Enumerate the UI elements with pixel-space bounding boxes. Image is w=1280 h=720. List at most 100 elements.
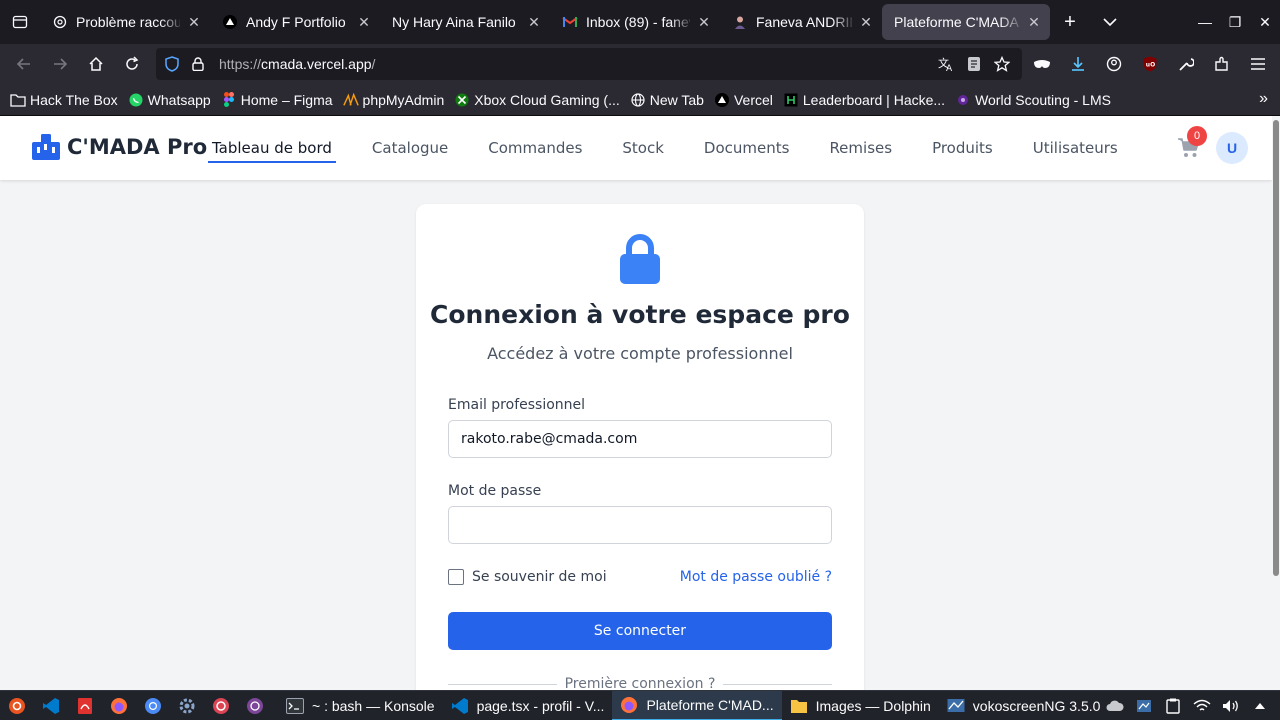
close-tab-icon[interactable]: ✕ — [696, 14, 712, 30]
list-all-tabs-button[interactable] — [1090, 4, 1130, 40]
nav-stock[interactable]: Stock — [622, 133, 664, 163]
close-tab-icon[interactable]: ✕ — [356, 14, 372, 30]
bookmark-label: Home – Figma — [240, 91, 333, 108]
lock-icon[interactable] — [185, 48, 211, 80]
browser-tab[interactable]: Andy F Portfolio ✕ — [210, 4, 380, 40]
screenshot-icon[interactable] — [1129, 698, 1158, 714]
chevron-down-icon — [1103, 18, 1117, 27]
extensions-icon[interactable] — [1204, 56, 1240, 72]
volume-icon[interactable] — [1216, 699, 1245, 713]
bookmark-hackerrank[interactable]: Leaderboard | Hacke... — [783, 92, 945, 108]
bookmark-whatsapp[interactable]: Whatsapp — [128, 92, 211, 108]
browser-tab[interactable]: Problème raccour ✕ — [40, 4, 210, 40]
nav-remises[interactable]: Remises — [829, 133, 892, 163]
page-scrollbar[interactable] — [1272, 116, 1280, 690]
minimize-icon[interactable]: — — [1190, 14, 1220, 30]
bookmark-phpmyadmin[interactable]: phpMyAdmin — [342, 92, 444, 108]
tray-expand-icon[interactable] — [1245, 702, 1274, 710]
new-tab-button[interactable]: + — [1050, 4, 1090, 40]
arrow-right-icon — [54, 58, 68, 70]
nav-tableau-de-bord[interactable]: Tableau de bord — [208, 133, 336, 163]
browser-tab[interactable]: Faneva ANDRINAI ✕ — [720, 4, 882, 40]
vscode-icon — [451, 697, 469, 715]
close-tab-icon[interactable]: ✕ — [858, 14, 874, 30]
plus-icon: + — [1064, 10, 1076, 33]
avatar[interactable]: U — [1216, 132, 1248, 164]
task-dolphin[interactable]: Images — Dolphin — [782, 691, 939, 720]
ublock-icon[interactable]: uO — [1132, 56, 1168, 72]
firefox-view-button[interactable] — [0, 0, 40, 44]
close-tab-icon[interactable]: ✕ — [186, 14, 202, 30]
password-field[interactable] — [448, 506, 832, 544]
wifi-icon[interactable] — [1187, 699, 1216, 713]
bookmarks-overflow-icon[interactable]: » — [1259, 90, 1268, 108]
firefox-icon[interactable] — [102, 691, 136, 720]
nav-utilisateurs[interactable]: Utilisateurs — [1033, 133, 1118, 163]
bookmark-label: Hack The Box — [30, 91, 118, 108]
scrollbar-thumb[interactable] — [1273, 120, 1279, 576]
maximize-icon[interactable]: ❐ — [1220, 14, 1250, 31]
task-vscode[interactable]: page.tsx - profil - V... — [443, 691, 613, 720]
bookmark-new-tab[interactable]: New Tab — [630, 92, 704, 108]
account-icon[interactable] — [1096, 56, 1132, 72]
nav-commandes[interactable]: Commandes — [488, 133, 582, 163]
brand[interactable]: C'MADA Pro — [32, 134, 207, 160]
triangle-icon — [222, 14, 238, 30]
forgot-password-link[interactable]: Mot de passe oublié ? — [680, 569, 832, 585]
bookmark-figma[interactable]: Home – Figma — [221, 92, 333, 108]
nav-produits[interactable]: Produits — [932, 133, 993, 163]
private-mask-icon[interactable] — [1024, 59, 1060, 69]
lock-icon — [620, 234, 660, 284]
vercel-icon — [714, 92, 730, 108]
task-vokoscreen[interactable]: vokoscreenNG 3.5.0 — [939, 691, 1109, 720]
cloud-icon[interactable] — [1100, 700, 1129, 712]
cart-button[interactable]: 0 — [1177, 126, 1207, 159]
vscode-icon[interactable] — [34, 691, 68, 720]
translate-icon[interactable]: 文A — [932, 56, 960, 72]
email-field[interactable] — [448, 420, 832, 458]
browser-tab[interactable]: Inbox (89) - faneva ✕ — [550, 4, 720, 40]
wrench-icon[interactable] — [1168, 56, 1204, 72]
task-konsole[interactable]: ~ : bash — Konsole — [278, 691, 443, 720]
terminal-icon — [286, 697, 304, 715]
back-button[interactable] — [6, 48, 42, 80]
pdf-icon[interactable] — [68, 691, 102, 720]
app-launcher-icon[interactable] — [0, 691, 34, 720]
bookmark-vercel[interactable]: Vercel — [714, 92, 773, 108]
xbox-icon — [454, 92, 470, 108]
forward-button[interactable] — [42, 48, 78, 80]
bookmark-label: World Scouting - LMS — [975, 91, 1111, 108]
home-button[interactable] — [78, 48, 114, 80]
tracking-protection-icon[interactable] — [159, 48, 185, 80]
task-label: page.tsx - profil - V... — [476, 697, 605, 714]
main-nav: Tableau de bord Catalogue Commandes Stoc… — [208, 116, 1158, 180]
clipboard-icon[interactable] — [1158, 698, 1187, 714]
taskbar: ~ : bash — Konsole page.tsx - profil - V… — [0, 690, 1280, 720]
nav-documents[interactable]: Documents — [704, 133, 790, 163]
close-tab-icon[interactable]: ✕ — [526, 14, 542, 30]
nav-catalogue[interactable]: Catalogue — [372, 133, 448, 163]
browser-tab[interactable]: Ny Hary Aina Fanilo ✕ — [380, 4, 550, 40]
browser-tab-active[interactable]: Plateforme C'MADA - ✕ — [882, 4, 1050, 40]
bookmark-world-scouting[interactable]: World Scouting - LMS — [955, 92, 1111, 108]
reload-button[interactable] — [114, 48, 150, 80]
bookmark-xbox[interactable]: Xbox Cloud Gaming (... — [454, 92, 620, 108]
menu-icon[interactable] — [1240, 57, 1276, 71]
remember-me[interactable]: Se souvenir de moi — [448, 569, 607, 585]
tor-icon[interactable] — [238, 691, 272, 720]
chromium-icon[interactable] — [136, 691, 170, 720]
task-firefox[interactable]: Plateforme C'MAD... — [612, 690, 782, 720]
downloads-icon[interactable] — [1060, 56, 1096, 72]
close-window-icon[interactable]: ✕ — [1250, 14, 1280, 31]
close-tab-icon[interactable]: ✕ — [1026, 14, 1042, 30]
window-controls: — ❐ ✕ — [1190, 0, 1280, 44]
bookmark-hack-the-box[interactable]: Hack The Box — [10, 92, 118, 108]
system-tray — [1100, 691, 1274, 720]
bookmark-star-icon[interactable] — [988, 56, 1016, 72]
login-button[interactable]: Se connecter — [448, 612, 832, 650]
reader-icon[interactable] — [960, 56, 988, 72]
settings-icon[interactable] — [170, 691, 204, 720]
remember-me-checkbox[interactable] — [448, 569, 464, 585]
recorder-icon[interactable] — [204, 691, 238, 720]
url-bar[interactable]: https://cmada.vercel.app/ 文A — [156, 48, 1022, 80]
